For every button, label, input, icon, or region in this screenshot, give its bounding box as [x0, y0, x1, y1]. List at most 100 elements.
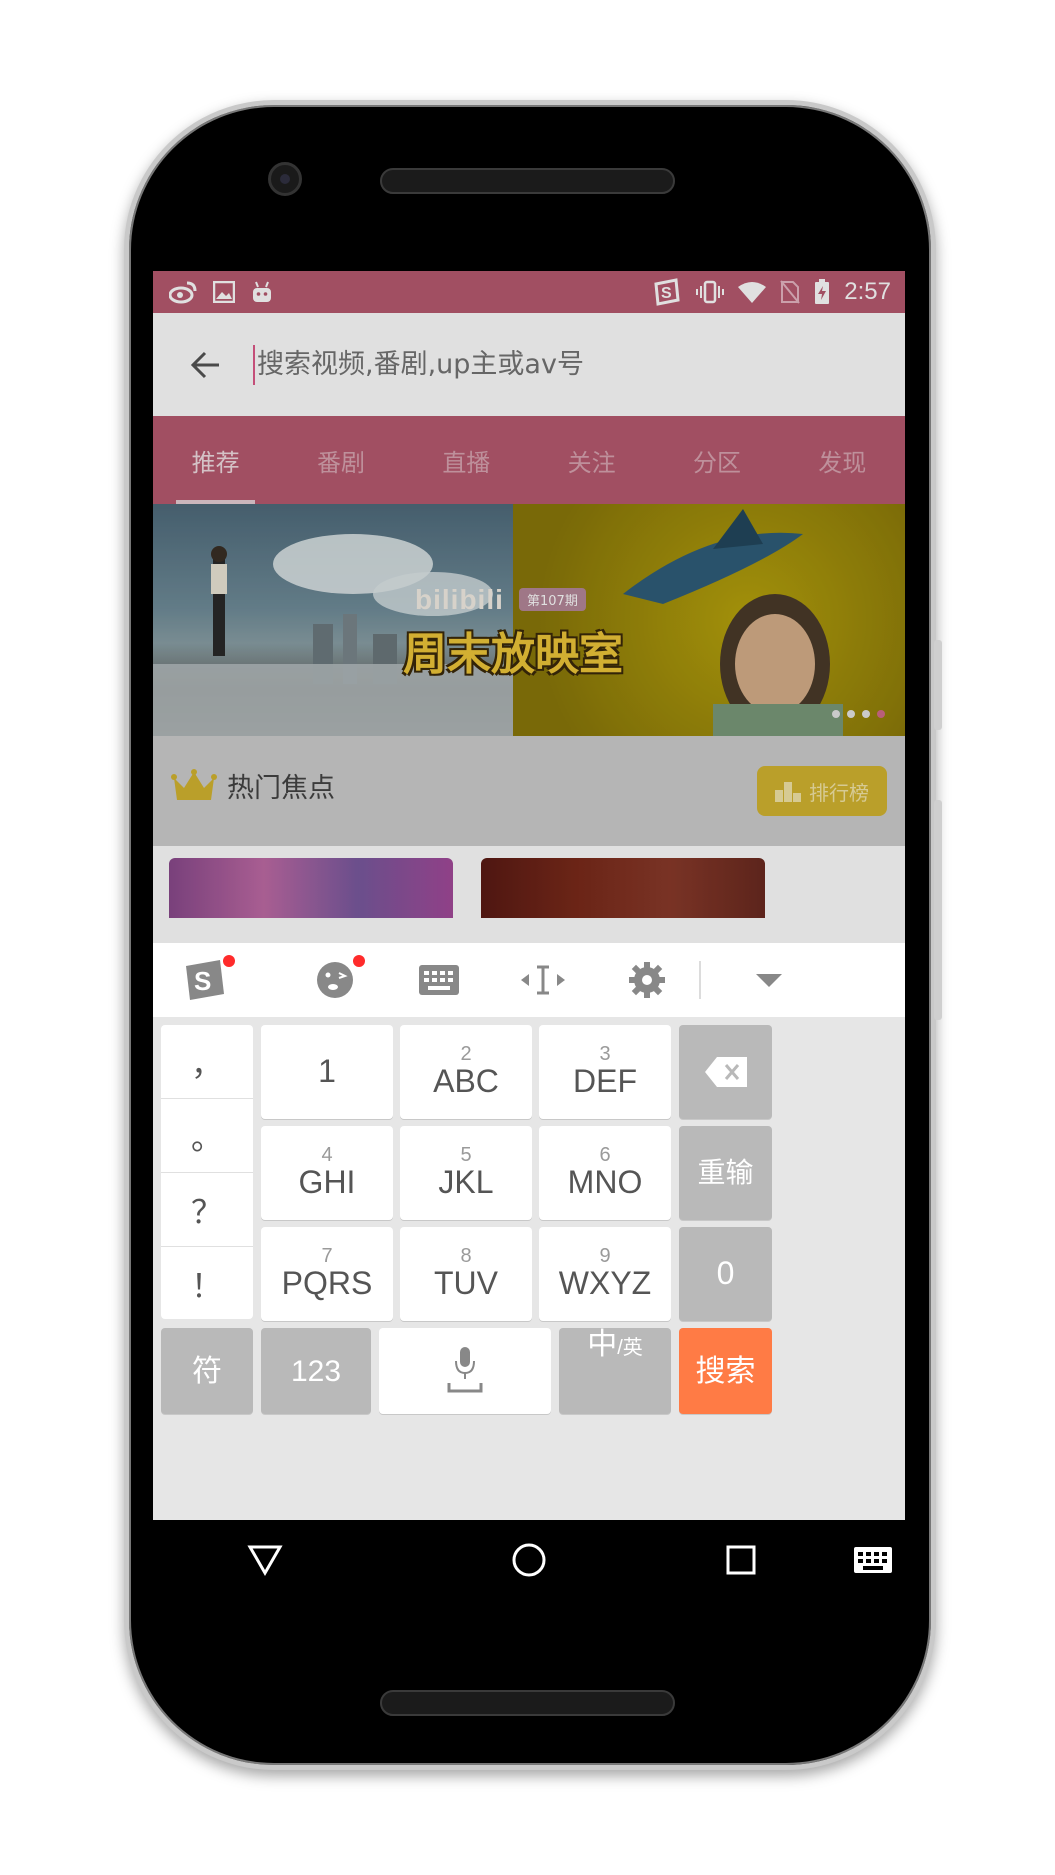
settings-icon — [629, 962, 665, 998]
nav-home-button[interactable] — [499, 1530, 559, 1590]
keyboard-switch-icon — [854, 1547, 892, 1573]
key-label: PQRS — [281, 1265, 373, 1302]
key-7-pqrs[interactable]: 7 PQRS — [261, 1227, 393, 1321]
system-nav-bar — [153, 1520, 905, 1610]
language-toggle-key[interactable]: 中 /英 — [559, 1328, 671, 1414]
keyboard-toolbar: S — [153, 943, 905, 1017]
key-5-jkl[interactable]: 5 JKL — [400, 1126, 532, 1220]
punctuation-column[interactable]: ， 。 ？ ！ — [161, 1025, 253, 1319]
key-label: 符 — [192, 1354, 222, 1388]
toolbar-divider — [699, 961, 701, 999]
crown-icon — [171, 768, 217, 800]
symbol-key[interactable]: 符 — [161, 1328, 253, 1414]
key-label: 0 — [716, 1255, 735, 1292]
nav-back-button[interactable] — [235, 1530, 295, 1590]
punct-key[interactable]: 。 — [161, 1099, 253, 1173]
sogou-icon: S — [654, 278, 680, 306]
key-label: 搜索 — [695, 1354, 756, 1388]
tab-bangumi[interactable]: 番剧 — [278, 416, 403, 504]
notification-dot — [223, 955, 235, 967]
key-4-ghi[interactable]: 4 GHI — [261, 1126, 393, 1220]
notification-dot — [353, 955, 365, 967]
emoji-button[interactable] — [283, 943, 387, 1017]
key-number: 6 — [599, 1144, 611, 1167]
key-8-tuv[interactable]: 8 TUV — [400, 1227, 532, 1321]
video-thumbnail[interactable] — [481, 858, 765, 918]
key-number: 8 — [460, 1245, 472, 1268]
carousel-dot-active[interactable] — [877, 710, 885, 718]
carousel-dot[interactable] — [847, 710, 855, 718]
vibrate-icon — [696, 280, 725, 304]
power-button — [934, 640, 942, 730]
collapse-keyboard-button[interactable] — [717, 943, 821, 1017]
banner-title: 周末放映室 — [403, 629, 623, 680]
clock: 2:57 — [844, 278, 891, 305]
cursor-button[interactable] — [491, 943, 595, 1017]
search-key[interactable]: 搜索 — [679, 1328, 772, 1414]
video-thumbnail[interactable] — [169, 858, 453, 918]
banner-carousel[interactable]: bilibili 第107期 周末放映室 — [153, 504, 905, 736]
android-icon — [253, 281, 271, 302]
key-1[interactable]: 1 — [261, 1025, 393, 1119]
weibo-icon — [169, 281, 197, 304]
key-number: 5 — [460, 1144, 472, 1167]
hot-section: 热门焦点 排行榜 — [153, 736, 905, 918]
nav-recents-button[interactable] — [711, 1530, 771, 1590]
hot-header: 热门焦点 — [171, 766, 335, 805]
key-label: GHI — [298, 1164, 356, 1201]
front-camera — [268, 162, 302, 196]
key-label: DEF — [573, 1063, 637, 1100]
key-0[interactable]: 0 — [679, 1227, 772, 1321]
collapse-icon — [756, 974, 782, 987]
punct-key[interactable]: ！ — [161, 1247, 253, 1320]
reset-key[interactable]: 重输 — [679, 1126, 772, 1220]
key-number: 2 — [460, 1043, 472, 1066]
number-mode-key[interactable]: 123 — [261, 1328, 371, 1414]
back-triangle-icon — [247, 1545, 283, 1576]
svg-text:S: S — [194, 966, 211, 996]
key-2-abc[interactable]: 2 ABC — [400, 1025, 532, 1119]
backspace-key[interactable] — [679, 1025, 772, 1119]
nav-keyboard-switch-button[interactable] — [843, 1530, 903, 1590]
key-3-def[interactable]: 3 DEF — [539, 1025, 671, 1119]
key-number: 3 — [599, 1043, 611, 1066]
volume-button — [934, 800, 942, 1020]
banner-brand: bilibili — [415, 584, 504, 615]
punct-key[interactable]: ， — [161, 1025, 253, 1099]
battery-charging-icon — [815, 279, 830, 304]
keyboard: ， 。 ？ ！ 1 2 ABC 3 DEF 4 GHI 5 JKL 6 MNO … — [153, 1017, 905, 1520]
tab-zones[interactable]: 分区 — [654, 416, 779, 504]
key-label: 重输 — [697, 1156, 754, 1188]
key-label: ABC — [433, 1063, 499, 1100]
cursor-icon — [521, 965, 565, 995]
back-arrow-icon[interactable] — [185, 345, 225, 385]
ranking-button[interactable]: 排行榜 — [757, 766, 887, 816]
emoji-icon — [317, 962, 353, 998]
key-6-mno[interactable]: 6 MNO — [539, 1126, 671, 1220]
punct-key[interactable]: ？ — [161, 1173, 253, 1247]
key-9-wxyz[interactable]: 9 WXYZ — [539, 1227, 671, 1321]
carousel-dots — [832, 710, 885, 718]
key-label: 1 — [318, 1053, 336, 1090]
podium-icon — [775, 782, 801, 802]
sogou-logo-button[interactable]: S — [153, 943, 257, 1017]
key-number: 4 — [321, 1144, 333, 1167]
keyboard-settings-button[interactable] — [595, 943, 699, 1017]
tab-discover[interactable]: 发现 — [780, 416, 905, 504]
carousel-dot[interactable] — [832, 710, 840, 718]
bottom-speaker — [380, 1690, 675, 1716]
category-tabs: 推荐 番剧 直播 关注 分区 发现 — [153, 416, 905, 504]
tab-live[interactable]: 直播 — [404, 416, 529, 504]
no-sim-icon — [780, 280, 801, 304]
search-input[interactable] — [253, 344, 819, 385]
screen: S 2:57 搜索视频,番剧,up主或av号 推荐 番剧 直播 关注 分区 发现… — [153, 271, 905, 1520]
carousel-dot[interactable] — [862, 710, 870, 718]
status-bar: S 2:57 — [153, 271, 905, 313]
key-label-sub: /英 — [617, 1337, 643, 1359]
home-circle-icon — [512, 1543, 546, 1577]
keyboard-layout-button[interactable] — [387, 943, 491, 1017]
tab-follow[interactable]: 关注 — [529, 416, 654, 504]
space-voice-key[interactable] — [379, 1328, 551, 1414]
top-speaker — [380, 168, 675, 194]
tab-recommend[interactable]: 推荐 — [153, 416, 278, 504]
